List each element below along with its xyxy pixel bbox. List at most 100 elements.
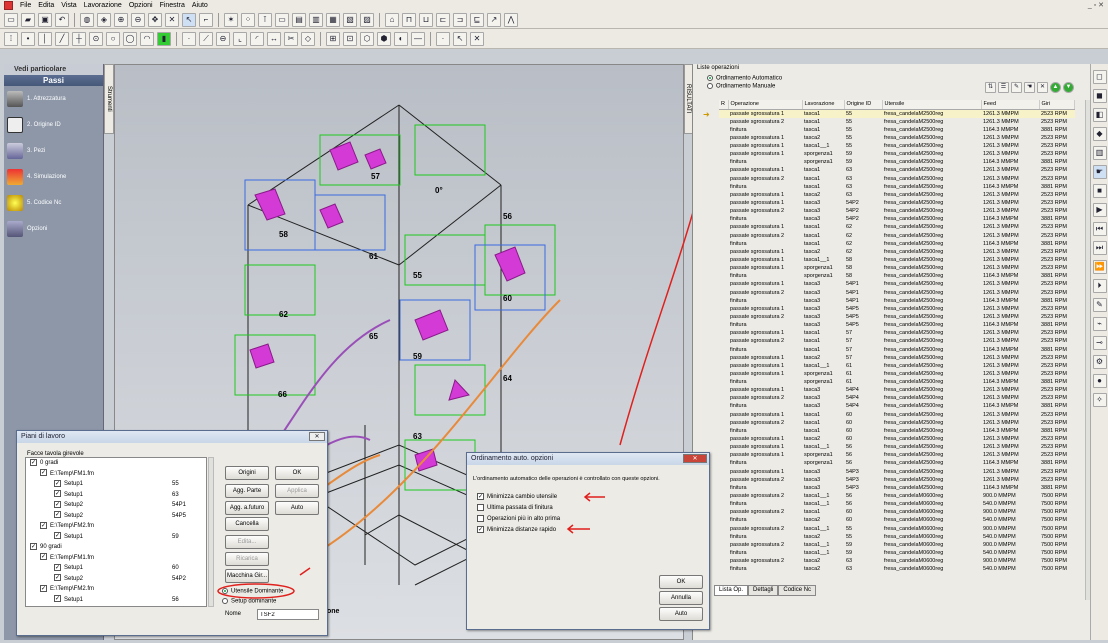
- step-simulazione[interactable]: 4. Simulazione: [4, 164, 103, 190]
- menu-opzioni[interactable]: Opzioni: [129, 2, 153, 9]
- pointer2-icon[interactable]: ↖: [453, 31, 467, 46]
- tree-node[interactable]: ✓ E:\Temp\FM1.fm: [26, 469, 206, 480]
- checkbox-checked-icon[interactable]: ✓: [54, 595, 61, 603]
- tree-node[interactable]: ✓ Setup1 63: [26, 490, 206, 501]
- col-origine-id[interactable]: Origine ID: [844, 100, 883, 110]
- table-row[interactable]: finitura tasca3 54P2 fresa_candelaM2500reg 1…: [719, 215, 1075, 223]
- menu-finestra[interactable]: Finestra: [160, 2, 185, 9]
- circle2-icon[interactable]: ◯: [123, 31, 137, 46]
- pencil-icon[interactable]: ✎: [1092, 298, 1107, 312]
- boss-icon[interactable]: ▦: [326, 12, 340, 27]
- stop-icon[interactable]: ■: [1092, 184, 1107, 198]
- table-row[interactable]: finitura tasca3 54P3 fresa_candelaM2500reg 1…: [719, 484, 1075, 492]
- open-icon[interactable]: ▰: [21, 12, 35, 27]
- checkbox-checked-icon[interactable]: ✓: [30, 542, 37, 550]
- checkbox-checked-icon[interactable]: ✓: [54, 479, 61, 487]
- checkbox-checked-icon[interactable]: ✓: [54, 532, 61, 540]
- table-row[interactable]: finitura tasca2 60 fresa_candelaM0600reg 540…: [719, 516, 1075, 524]
- new-icon[interactable]: ▭: [4, 12, 18, 27]
- circle-icon[interactable]: ○: [106, 31, 120, 46]
- table-row[interactable]: passate sgrossatura 1 sporgenza1 61 fresa_c…: [719, 370, 1075, 378]
- auto-button[interactable]: Auto: [275, 501, 319, 515]
- menu-aiuto[interactable]: Aiuto: [192, 2, 208, 9]
- tool-a-icon[interactable]: ⌂: [385, 12, 399, 27]
- col-utensile[interactable]: Utensile: [882, 100, 982, 110]
- hand-select-icon[interactable]: ☛: [1092, 165, 1107, 179]
- step-attrezzatura[interactable]: 1. Attrezzatura: [4, 86, 103, 112]
- table-row[interactable]: passate sgrossatura 2 tasca1__1 59 fresa_ca…: [719, 541, 1075, 549]
- globe-icon[interactable]: ◍: [80, 12, 94, 27]
- table-row[interactable]: passate sgrossatura 1 tasca2 57 fresa_cande…: [719, 354, 1075, 362]
- table-row[interactable]: passate sgrossatura 1 tasca2 55 fresa_cande…: [719, 134, 1075, 142]
- tree-node[interactable]: ✓ Setup1 55: [26, 479, 206, 490]
- table-row[interactable]: passate sgrossatura 1 tasca1 63 fresa_cande…: [719, 166, 1075, 174]
- menu-vista[interactable]: Vista: [61, 2, 76, 9]
- cube-icon[interactable]: ⬡: [360, 31, 374, 46]
- table-row[interactable]: passate sgrossatura 1 tasca1__1 56 fresa_ca…: [719, 443, 1075, 451]
- table-row[interactable]: finitura tasca1__1 56 fresa_candelaM0600reg…: [719, 500, 1075, 508]
- menu-file[interactable]: File: [20, 2, 31, 9]
- snap-line-icon[interactable]: ⟋: [199, 31, 213, 46]
- tree-node[interactable]: ✓ E:\Temp\FM2.fm: [26, 584, 206, 595]
- tab-lista-op[interactable]: Lista Op.: [714, 585, 749, 596]
- view-front-icon[interactable]: ◼: [1092, 89, 1107, 103]
- tree-node[interactable]: ✓180 gradi: [26, 605, 206, 606]
- table-row[interactable]: passate sgrossatura 2 tasca1 57 fresa_cande…: [719, 337, 1075, 345]
- table-row[interactable]: passate sgrossatura 1 tasca2 62 fresa_cande…: [719, 248, 1075, 256]
- trim-icon[interactable]: ✂: [284, 31, 298, 46]
- tree-scrollbar[interactable]: [208, 457, 214, 607]
- fillet-icon[interactable]: ⌞: [233, 31, 247, 46]
- table-row[interactable]: finitura sporgenza1 56 fresa_candelaM2500re…: [719, 459, 1075, 467]
- radio-setup-dominante[interactable]: Setup dominante: [222, 598, 276, 605]
- rectangle-icon[interactable]: ▮: [157, 31, 171, 46]
- table-row[interactable]: passate sgrossatura 1 tasca3 54P5 fresa_can…: [719, 305, 1075, 313]
- col-r[interactable]: R: [719, 100, 729, 110]
- step-origine[interactable]: 2. Origine ID: [4, 112, 103, 138]
- work-planes-tree[interactable]: ✓ 0 gradi ✓ E:\Temp\FM1.fm ✓ Setup1 55 ✓ Setup1 6…: [25, 457, 207, 607]
- sphere-icon[interactable]: ●: [1092, 374, 1107, 388]
- table-row[interactable]: finitura tasca2 55 fresa_candelaM0600reg 540…: [719, 533, 1075, 541]
- step-codice-nc[interactable]: 5. Codice Nc: [4, 190, 103, 216]
- nome-input[interactable]: [257, 609, 319, 620]
- delete-op-icon[interactable]: ✕: [1037, 82, 1048, 93]
- checkbox-checked-icon[interactable]: ✓: [54, 574, 61, 582]
- checkbox-checked-icon[interactable]: ✓: [54, 511, 61, 519]
- move-up-icon[interactable]: ▲: [1050, 82, 1061, 93]
- table-row[interactable]: passate sgrossatura 2 tasca3 54P4 fresa_can…: [719, 394, 1075, 402]
- table-row[interactable]: passate sgrossatura 1 tasca1__1 55 fresa_ca…: [719, 142, 1075, 150]
- snap-circle-icon[interactable]: ⊖: [216, 31, 230, 46]
- tab-dettagli[interactable]: Dettagli: [748, 585, 779, 596]
- snap-point-icon[interactable]: ·: [182, 31, 196, 46]
- view-split-icon[interactable]: ▥: [1092, 146, 1107, 160]
- table-row[interactable]: passate sgrossatura 2 tasca1 55 fresa_cande…: [719, 118, 1075, 126]
- table-row[interactable]: finitura tasca2 63 fresa_candelaM0600reg 540…: [719, 565, 1075, 573]
- table-row[interactable]: passate sgrossatura 2 tasca3 54P5 fresa_can…: [719, 313, 1075, 321]
- table-row[interactable]: passate sgrossatura 2 tasca1 60 fresa_cande…: [719, 508, 1075, 516]
- radio-auto-order[interactable]: Ordinamento Automatico: [707, 75, 782, 82]
- scatter-icon[interactable]: ⁘: [241, 12, 255, 27]
- ok-button[interactable]: OK: [659, 575, 703, 589]
- step-icon[interactable]: ⏵: [1092, 279, 1107, 293]
- ricarica-button[interactable]: Ricarica: [225, 552, 269, 566]
- view-iso-icon[interactable]: ⊡: [343, 31, 357, 46]
- tree-node[interactable]: ✓ Setup1 59: [26, 532, 206, 543]
- radio-manual-order[interactable]: Ordinamento Manuale: [707, 83, 775, 90]
- tree-node[interactable]: ✓ Setup2 54P5: [26, 511, 206, 522]
- arc-tool-icon[interactable]: ◜: [250, 31, 264, 46]
- tree-node[interactable]: ✓ E:\Temp\FM1.fm: [26, 553, 206, 564]
- applica-button[interactable]: Applica: [275, 484, 319, 498]
- steps-header[interactable]: Vedi particolare: [4, 64, 103, 75]
- zoom-icon[interactable]: ⊕: [114, 12, 128, 27]
- tool-b-icon[interactable]: ⊓: [402, 12, 416, 27]
- tab-codice-nc[interactable]: Codice Nc: [778, 585, 817, 596]
- table-row[interactable]: finitura tasca1 55 fresa_candelaM2500reg 116…: [719, 126, 1075, 134]
- menu-lavorazione[interactable]: Lavorazione: [84, 2, 122, 9]
- dimension-icon[interactable]: ↔: [267, 31, 281, 46]
- table-row[interactable]: finitura tasca1 63 fresa_candelaM2500reg 116…: [719, 183, 1075, 191]
- table-row[interactable]: passate sgrossatura 2 tasca3 54P2 fresa_can…: [719, 207, 1075, 215]
- close-tool-icon[interactable]: ✕: [470, 31, 484, 46]
- table-row[interactable]: finitura sporgenza1 61 fresa_candelaM2500re…: [719, 378, 1075, 386]
- opt-minimizza-cambio[interactable]: ✓ Minimizza cambio utensile: [477, 493, 557, 500]
- agg-parte-button[interactable]: Agg. Parte: [225, 484, 269, 498]
- circle-center-icon[interactable]: ⊙: [89, 31, 103, 46]
